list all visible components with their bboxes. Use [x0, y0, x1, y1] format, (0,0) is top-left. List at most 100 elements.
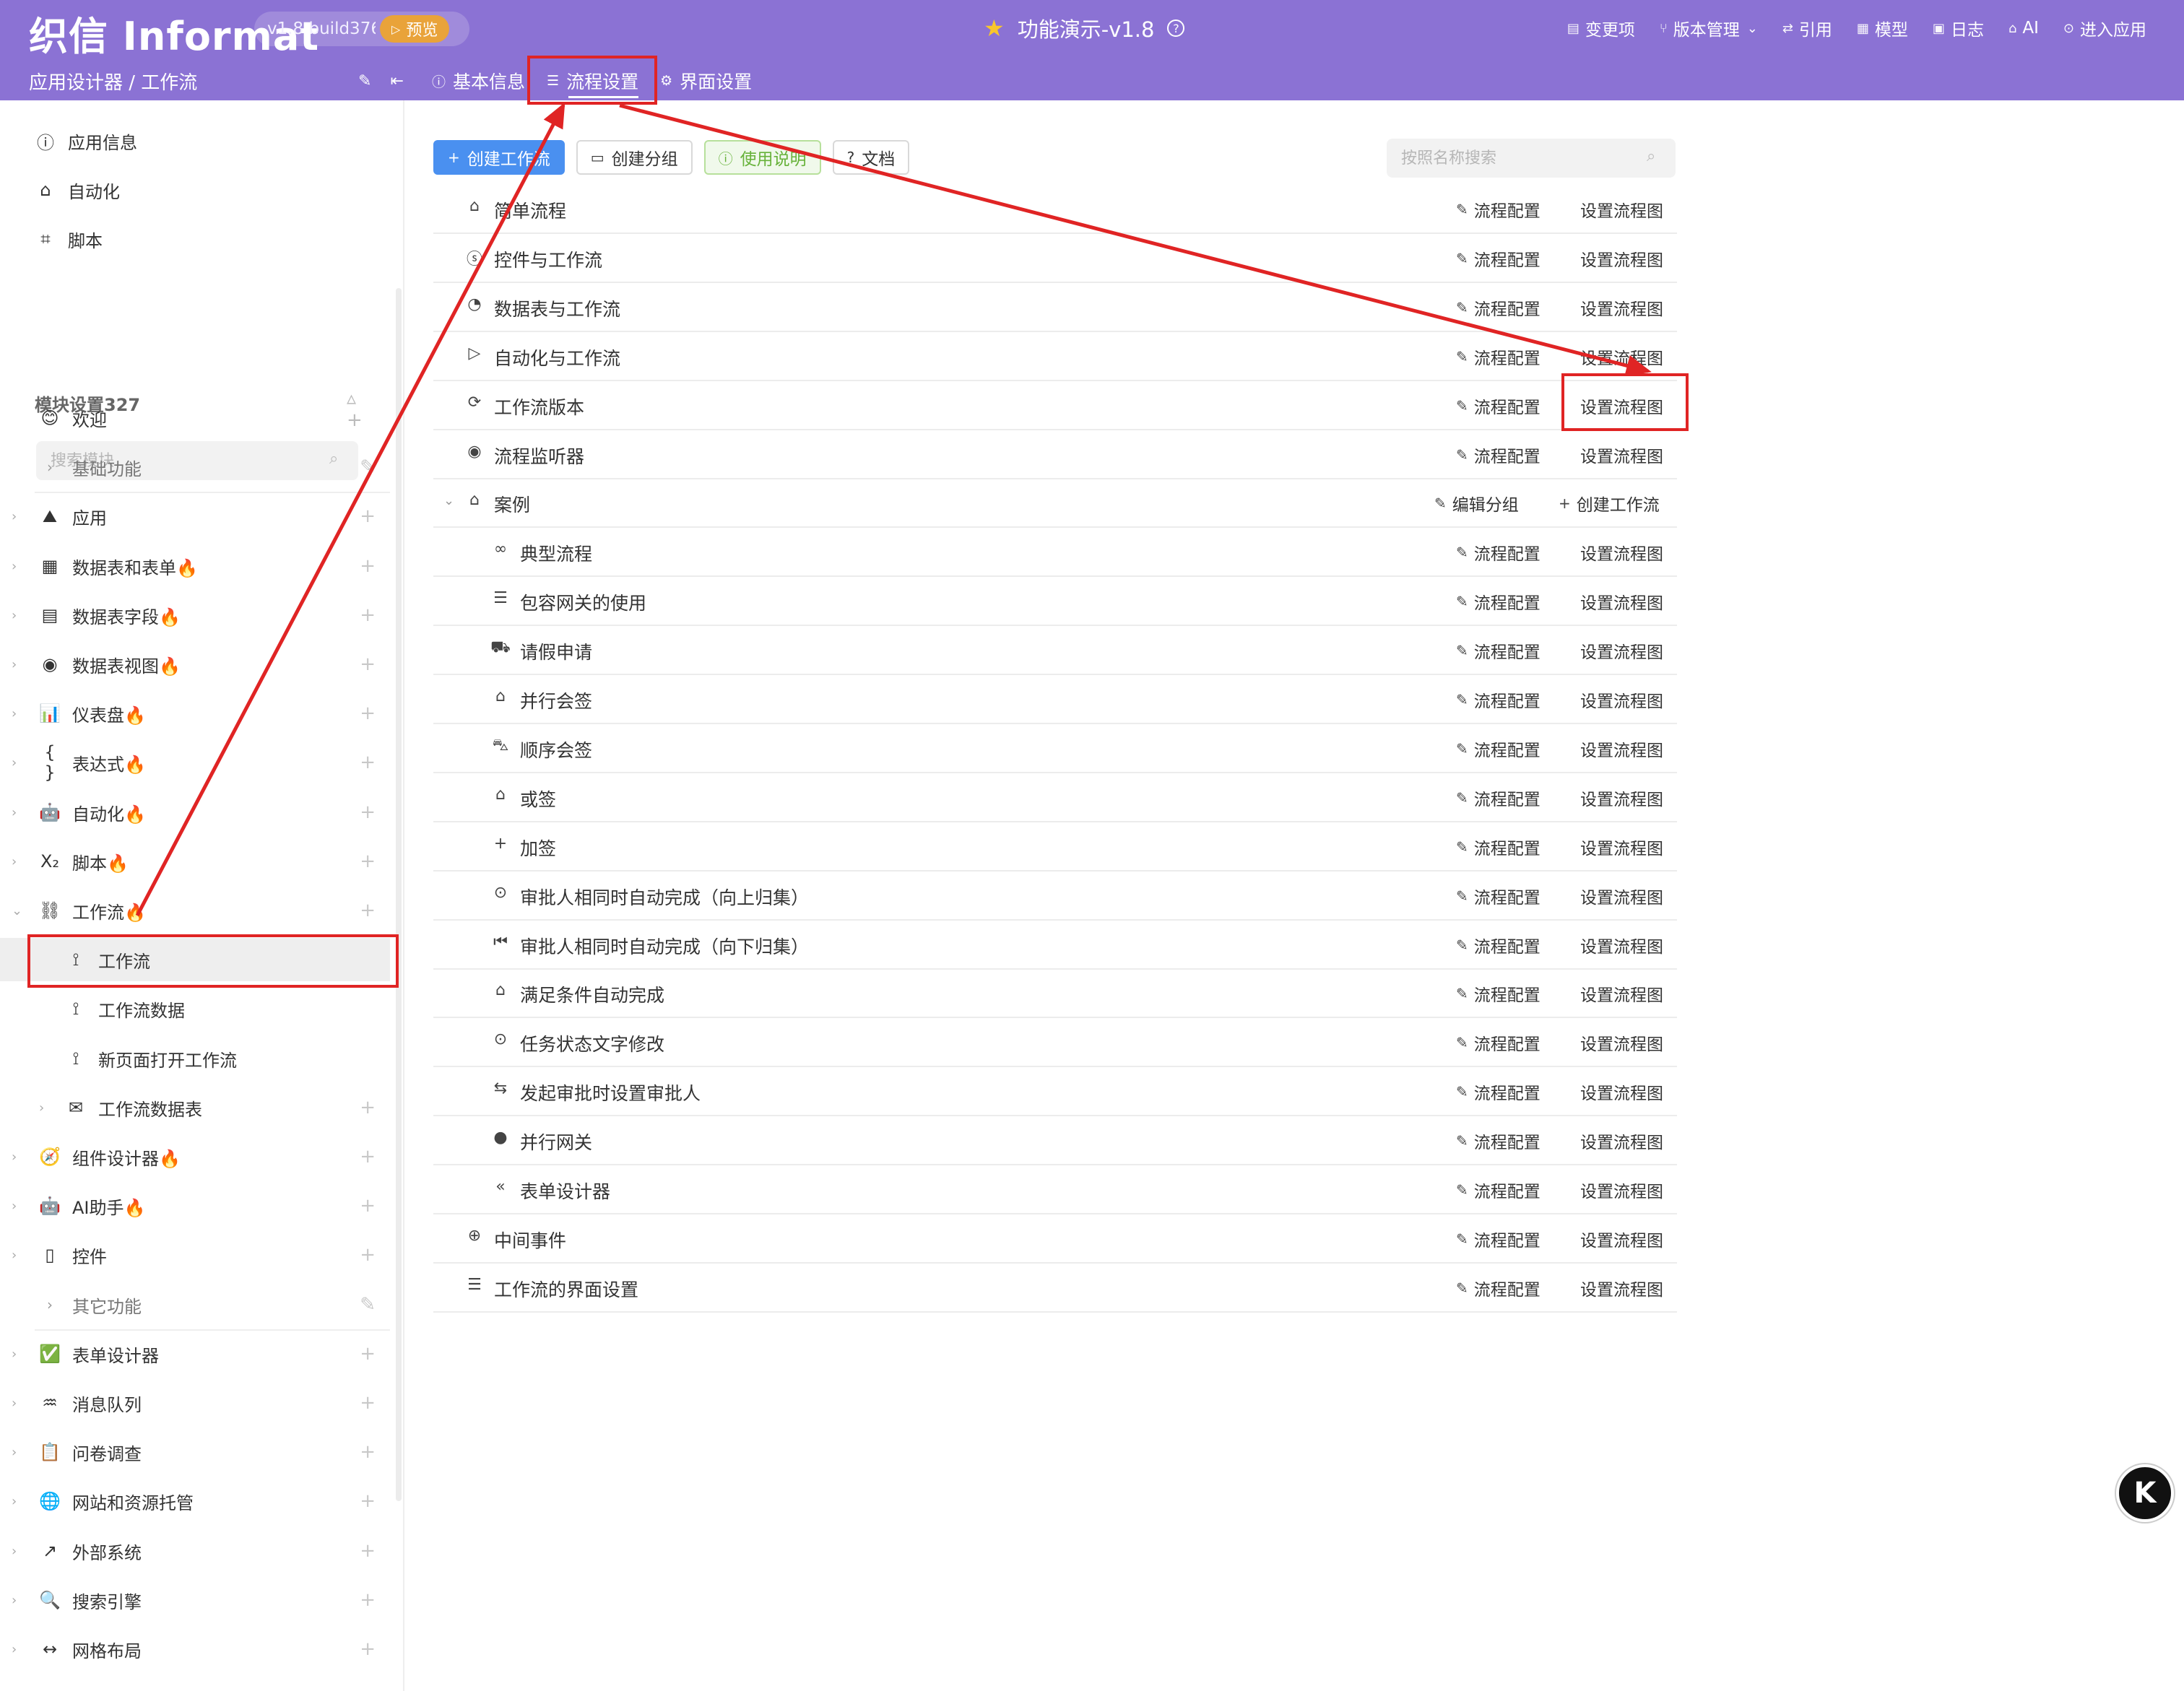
set-flow-diagram-button[interactable]: 设置流程图 — [1580, 786, 1663, 810]
flow-config-button[interactable]: ✎ 流程配置 — [1456, 344, 1540, 369]
edit-icon[interactable]: ✎ — [360, 456, 376, 478]
chevron-right-icon[interactable]: › — [12, 608, 17, 623]
add-icon[interactable]: + — [360, 1589, 376, 1611]
top-menu-item[interactable]: ▤ 变更项 — [1567, 16, 1635, 40]
chevron-right-icon[interactable]: › — [12, 1248, 17, 1263]
workflow-row[interactable]: ∞ 典型流程 ✎ 流程配置 设置流程图 — [433, 528, 1677, 577]
top-menu-item[interactable]: ⌂ AI — [2008, 16, 2039, 40]
workflow-row[interactable]: ☰ 工作流的界面设置 ✎ 流程配置 设置流程图 — [433, 1264, 1677, 1313]
set-flow-diagram-button[interactable]: 设置流程图 — [1580, 589, 1663, 614]
flow-config-button[interactable]: ✎ 流程配置 — [1456, 981, 1540, 1006]
sidebar-item[interactable]: › X₂ 脚本🔥 + — [0, 840, 390, 883]
group-create-workflow-button[interactable]: + 创建工作流 — [1559, 491, 1660, 516]
create-group-button[interactable]: ▭ 创建分组 — [576, 140, 693, 175]
flow-config-button[interactable]: ✎ 流程配置 — [1456, 1079, 1540, 1104]
sidebar-item[interactable]: › ✉ 工作流数据表 + — [0, 1086, 390, 1129]
top-menu-item[interactable]: ⑂ 版本管理 ⌄ — [1660, 16, 1758, 40]
sidebar-item[interactable]: ⟟ 新页面打开工作流 — [0, 1037, 390, 1080]
assistant-fab-button[interactable]: K — [2116, 1464, 2174, 1522]
set-flow-diagram-button[interactable]: 设置流程图 — [1580, 1276, 1663, 1300]
sidebar-item[interactable]: › 🧭 组件设计器🔥 + — [0, 1135, 390, 1178]
add-icon[interactable]: + — [360, 752, 376, 773]
sidebar-item[interactable]: › 📋 问卷调查 + — [0, 1430, 390, 1474]
sidebar-item[interactable]: › ↔ 网格布局 + — [0, 1627, 390, 1671]
set-flow-diagram-button[interactable]: 设置流程图 — [1580, 736, 1663, 761]
workflow-row[interactable]: ⊙ 任务状态文字修改 ✎ 流程配置 设置流程图 — [433, 1018, 1677, 1067]
add-icon[interactable]: + — [360, 1392, 376, 1414]
chevron-right-icon[interactable]: › — [12, 1642, 17, 1657]
set-flow-diagram-button[interactable]: 设置流程图 — [1580, 884, 1663, 908]
add-icon[interactable]: + — [360, 1195, 376, 1217]
set-flow-diagram-button[interactable]: 设置流程图 — [1580, 1030, 1663, 1055]
set-flow-diagram-button[interactable]: 设置流程图 — [1580, 344, 1663, 369]
workflow-search-input[interactable] — [1387, 139, 1676, 178]
app-title[interactable]: ★ 功能演示-v1.8 ? — [984, 13, 1185, 43]
chevron-down-icon[interactable]: ⌄ — [443, 493, 454, 508]
workflow-row[interactable]: ⓢ 控件与工作流 ✎ 流程配置 设置流程图 — [433, 234, 1677, 283]
sidebar-item[interactable]: › ⛰ 应用 + — [0, 495, 390, 538]
sidebar-item[interactable]: › 🔍 搜索引擎 + — [0, 1578, 390, 1622]
chevron-right-icon[interactable]: › — [12, 657, 17, 672]
workflow-row[interactable]: ⌂ 或签 ✎ 流程配置 设置流程图 — [433, 773, 1677, 822]
workflow-row[interactable]: ⛟ 请假申请 ✎ 流程配置 设置流程图 — [433, 626, 1677, 675]
chevron-right-icon[interactable]: › — [12, 1149, 17, 1165]
workflow-row[interactable]: ◉ 流程监听器 ✎ 流程配置 设置流程图 — [433, 430, 1677, 479]
sidebar-item[interactable]: › ↗ 外部系统 + — [0, 1529, 390, 1573]
chevron-right-icon[interactable]: › — [12, 509, 17, 524]
group-row[interactable]: ⌄ ⌂ 案例 ✎ 编辑分组 + 创建工作流 — [433, 479, 1677, 528]
set-flow-diagram-button[interactable]: 设置流程图 — [1580, 1079, 1663, 1104]
workflow-row[interactable]: ⟳ 工作流版本 ✎ 流程配置 设置流程图 — [433, 381, 1677, 430]
chevron-right-icon[interactable]: › — [12, 755, 17, 770]
flow-config-button[interactable]: ✎ 流程配置 — [1456, 736, 1540, 761]
tab-ui-settings[interactable]: ⚙ 界面设置 — [660, 66, 752, 95]
workflow-row[interactable]: ▷ 自动化与工作流 ✎ 流程配置 设置流程图 — [433, 332, 1677, 381]
set-flow-diagram-button[interactable]: 设置流程图 — [1580, 981, 1663, 1006]
chevron-right-icon[interactable]: › — [38, 1296, 62, 1313]
flow-config-button[interactable]: ✎ 流程配置 — [1456, 197, 1540, 222]
sidebar-item[interactable]: ⌗ 脚本 — [0, 217, 390, 261]
flow-config-button[interactable]: ✎ 流程配置 — [1456, 1178, 1540, 1202]
set-flow-diagram-button[interactable]: 设置流程图 — [1580, 295, 1663, 320]
chevron-right-icon[interactable]: › — [39, 1100, 44, 1116]
sidebar-item[interactable]: › ▦ 数据表和表单🔥 + — [0, 544, 390, 588]
flow-config-button[interactable]: ✎ 流程配置 — [1456, 246, 1540, 271]
add-icon[interactable]: + — [360, 653, 376, 675]
chevron-right-icon[interactable]: › — [12, 1494, 17, 1509]
workflow-row[interactable]: ⌂ 并行会签 ✎ 流程配置 设置流程图 — [433, 675, 1677, 724]
chevron-right-icon[interactable]: › — [12, 1445, 17, 1460]
collapse-sidebar-icon[interactable]: ⇤ — [390, 72, 403, 90]
sidebar-item[interactable]: › 基础功能 ✎ — [0, 445, 390, 489]
edit-icon[interactable]: ✎ — [360, 1294, 376, 1316]
flow-config-button[interactable]: ✎ 流程配置 — [1456, 394, 1540, 418]
chevron-right-icon[interactable]: › — [12, 805, 17, 820]
workflow-row[interactable]: « 表单设计器 ✎ 流程配置 设置流程图 — [433, 1165, 1677, 1214]
sidebar-item[interactable]: › ▯ 控件 + — [0, 1233, 390, 1277]
top-menu-item[interactable]: ⊙ 进入应用 — [2063, 16, 2146, 40]
sidebar-item[interactable]: ⓘ 应用信息 — [0, 119, 390, 162]
top-menu-item[interactable]: ▣ 日志 — [1933, 16, 1984, 40]
add-icon[interactable]: + — [360, 703, 376, 724]
add-icon[interactable]: + — [360, 1343, 376, 1365]
chevron-right-icon[interactable]: › — [12, 1593, 17, 1608]
add-icon[interactable]: + — [360, 604, 376, 626]
set-flow-diagram-button[interactable]: 设置流程图 — [1580, 1227, 1663, 1251]
add-icon[interactable]: + — [360, 851, 376, 872]
sidebar-item[interactable]: ⌂ 自动化 — [0, 168, 390, 212]
set-flow-diagram-button[interactable]: 设置流程图 — [1580, 246, 1663, 271]
set-flow-diagram-button[interactable]: 设置流程图 — [1580, 540, 1663, 565]
flow-config-button[interactable]: ✎ 流程配置 — [1456, 1129, 1540, 1153]
edit-group-button[interactable]: ✎ 编辑分组 — [1434, 491, 1519, 516]
add-icon[interactable]: + — [360, 900, 376, 921]
chevron-right-icon[interactable]: › — [12, 1396, 17, 1411]
note-icon[interactable]: ✎ — [358, 72, 371, 90]
workflow-row[interactable]: ◔ 数据表与工作流 ✎ 流程配置 设置流程图 — [433, 283, 1677, 332]
add-icon[interactable]: + — [360, 555, 376, 577]
add-icon[interactable]: + — [360, 801, 376, 823]
add-icon[interactable]: + — [360, 505, 376, 527]
sidebar-item[interactable]: ⟟ 工作流数据 — [0, 987, 390, 1030]
help-icon[interactable]: ? — [1167, 19, 1185, 37]
workflow-row[interactable]: + 加签 ✎ 流程配置 设置流程图 — [433, 822, 1677, 871]
set-flow-diagram-button[interactable]: 设置流程图 — [1580, 1129, 1663, 1153]
chevron-right-icon[interactable]: › — [12, 1347, 17, 1362]
flow-config-button[interactable]: ✎ 流程配置 — [1456, 443, 1540, 467]
